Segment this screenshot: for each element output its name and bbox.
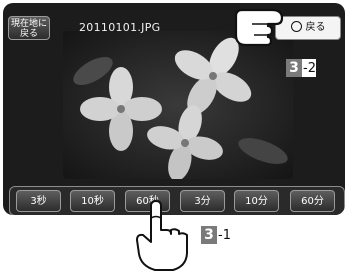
step-suffix: -1 [218,227,231,243]
circle-dot-icon [290,20,302,32]
step-callout-3-1: 3 -1 [201,226,231,244]
file-name: 20110101.JPG [79,21,161,34]
pointing-hand-icon [232,6,292,52]
home-button-line-1: 現在地に [10,19,47,29]
return-to-current-location-button[interactable]: 現在地に 戻る [8,16,50,40]
interval-60min-button[interactable]: 60分 [290,190,335,212]
photo-image [63,31,293,179]
step-callout-3-2: 3 -2 [286,59,316,77]
step-suffix: -2 [303,60,316,76]
interval-10sec-button[interactable]: 10秒 [70,190,115,212]
step-number: 3 [286,59,302,77]
back-button-label: 戻る [305,22,326,33]
home-button-line-2: 戻る [19,29,38,39]
interval-10min-button[interactable]: 10分 [234,190,279,212]
pressing-finger-icon [133,200,199,272]
photo-viewer-screen: 現在地に 戻る 20110101.JPG 戻る 3秒 10秒 60秒 3分 10… [3,3,345,215]
step-number: 3 [201,226,217,244]
interval-3sec-button[interactable]: 3秒 [16,190,61,212]
